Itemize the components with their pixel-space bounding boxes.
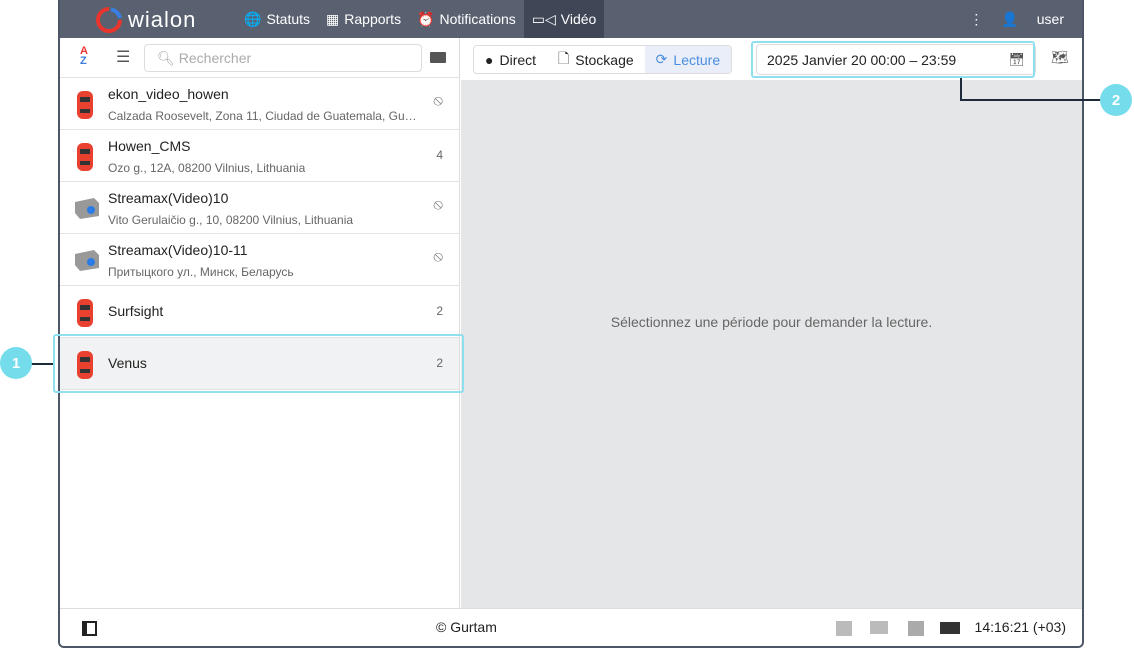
unit-name: Streamax(Video)10-11	[108, 242, 248, 258]
search-placeholder: Rechercher	[178, 50, 252, 66]
camera-icon[interactable]	[430, 52, 446, 63]
unit-address: Calzada Roosevelt, Zona 11, Ciudad de Gu…	[108, 109, 423, 123]
play-icon: ⟳	[655, 51, 668, 67]
camera-count: 4	[436, 148, 443, 162]
callout-line	[960, 78, 962, 101]
highlight-venus	[53, 334, 464, 393]
footer: © Gurtam 14:16:21 (+03)	[60, 608, 1082, 646]
file-icon: 🗋	[558, 49, 570, 66]
more-menu-icon[interactable]: ⋮	[969, 11, 983, 28]
globe-icon: 🌐	[244, 10, 262, 27]
reports-icon: ▦	[326, 10, 340, 27]
tab-statuts[interactable]: 🌐 Statuts	[236, 0, 318, 38]
mode-stockage[interactable]: 🗋 Stockage	[547, 46, 645, 73]
no-signal-icon: ⦸	[433, 248, 443, 265]
mode-direct[interactable]: ● Direct	[474, 46, 547, 73]
mode-label: Direct	[499, 51, 537, 68]
camera-device-icon	[74, 246, 99, 274]
logo: wialon	[96, 7, 196, 33]
tab-label: Vidéo	[560, 11, 597, 27]
car-icon	[74, 298, 98, 327]
playback-panel: ● Direct 🗋 Stockage ⟳ Lecture 2025 Janvier …	[461, 38, 1082, 608]
unit-address: Ozo g., 12A, 08200 Vilnius, Lithuania	[108, 161, 306, 175]
mode-lecture[interactable]: ⟳ Lecture	[644, 46, 732, 73]
unit-row[interactable]: Howen_CMS Ozo g., 12A, 08200 Vilnius, Li…	[60, 130, 459, 182]
clock-time: 14:16:21 (+03)	[974, 619, 1066, 635]
sort-az-icon[interactable]: AZ	[80, 46, 88, 67]
messages-icon[interactable]	[836, 621, 852, 636]
unit-row[interactable]: Streamax(Video)10-11 Притыцкого ул., Мин…	[60, 234, 459, 286]
tab-label: Notifications	[439, 11, 516, 27]
mode-label: Stockage	[575, 51, 634, 68]
mail-icon[interactable]	[870, 621, 888, 634]
list-toolbar: AZ ☰ 🔍︎ Rechercher	[60, 38, 459, 78]
tab-label: Rapports	[344, 11, 402, 27]
unit-row[interactable]: ekon_video_howen Calzada Roosevelt, Zona…	[60, 78, 459, 130]
unit-row[interactable]: Streamax(Video)10 Vito Gerulaičio g., 10…	[60, 182, 459, 234]
alarm-icon: ⏰	[417, 10, 435, 27]
callout-2: 2	[1100, 84, 1132, 116]
user-name[interactable]: user	[1037, 11, 1064, 27]
callout-line	[960, 99, 1102, 101]
list-view-icon[interactable]: ☰	[116, 47, 130, 67]
tab-rapports[interactable]: ▦ Rapports	[318, 0, 409, 38]
camera-count: 2	[436, 304, 443, 318]
car-icon	[74, 142, 98, 171]
video-icon: ▭◁	[531, 10, 556, 27]
book-icon[interactable]	[940, 622, 960, 634]
empty-message: Sélectionnez une période pour demander l…	[610, 314, 933, 330]
panel-toggle-icon[interactable]	[82, 621, 97, 636]
tab-notifications[interactable]: ⏰ Notifications	[409, 0, 524, 38]
mode-label: Lecture	[673, 51, 721, 68]
callout-1: 1	[0, 347, 32, 379]
user-icon[interactable]: 👤	[1001, 11, 1018, 28]
unit-name: Streamax(Video)10	[108, 190, 229, 206]
tab-video[interactable]: ▭◁ Vidéo	[523, 0, 605, 38]
search-icon: 🔍︎	[157, 49, 175, 66]
unit-list-panel: AZ ☰ 🔍︎ Rechercher ekon_video_howen Calza…	[60, 38, 460, 608]
unit-address: Притыцкого ул., Минск, Беларусь	[108, 265, 294, 279]
wialon-logo-icon	[96, 7, 122, 33]
image-icon[interactable]	[908, 621, 924, 636]
top-bar: wialon 🌐 Statuts ▦ Rapports ⏰ Notifications…	[60, 0, 1082, 38]
camera-device-icon	[74, 194, 99, 222]
search-input[interactable]: 🔍︎ Rechercher	[144, 44, 422, 72]
dot-icon: ●	[485, 51, 494, 68]
mode-switch: ● Direct 🗋 Stockage ⟳ Lecture	[473, 45, 733, 74]
unit-name: ekon_video_howen	[108, 86, 229, 102]
highlight-date	[751, 41, 1035, 78]
logo-text: wialon	[128, 7, 197, 32]
main-nav: 🌐 Statuts ▦ Rapports ⏰ Notifications ▭◁ Vidé…	[236, 0, 605, 38]
app-window: wialon 🌐 Statuts ▦ Rapports ⏰ Notifications…	[58, 0, 1084, 648]
unit-address: Vito Gerulaičio g., 10, 08200 Vilnius, L…	[108, 213, 354, 227]
map-icon[interactable]: 🗺︎	[1051, 49, 1069, 66]
no-signal-icon: ⦸	[433, 92, 443, 109]
unit-name: Surfsight	[108, 303, 164, 319]
callout-line	[31, 363, 53, 365]
unit-name: Howen_CMS	[108, 138, 191, 154]
copyright: © Gurtam	[436, 619, 497, 635]
no-signal-icon: ⦸	[433, 196, 443, 213]
unit-row[interactable]: Surfsight 2	[60, 286, 459, 338]
car-icon	[74, 90, 98, 119]
tab-label: Statuts	[266, 11, 311, 27]
